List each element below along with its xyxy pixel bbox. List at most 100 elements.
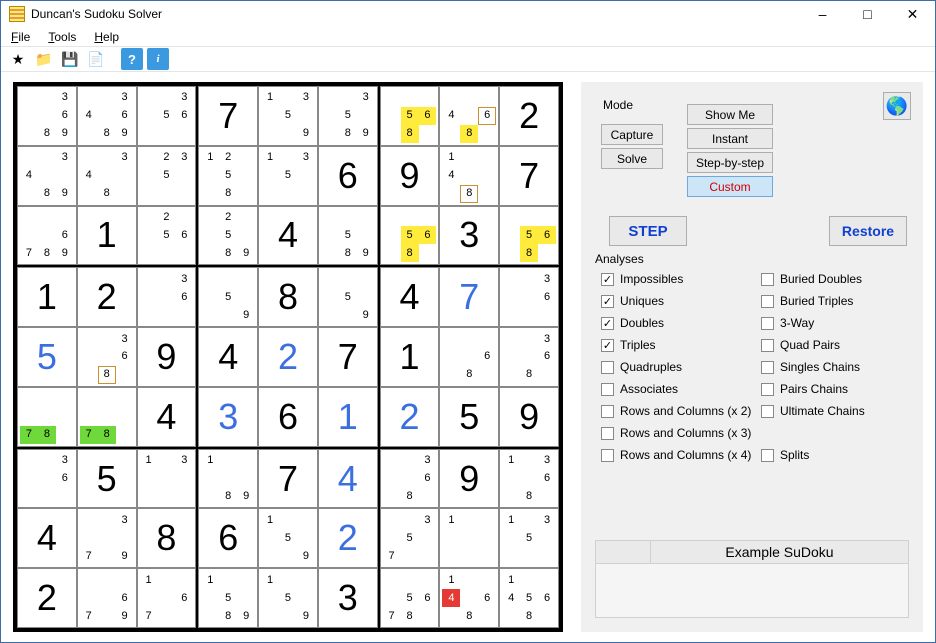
cell[interactable]: 368 — [77, 327, 137, 387]
cell[interactable]: 6 — [198, 508, 258, 568]
cell[interactable]: 189 — [198, 449, 258, 509]
analysis-checkbox[interactable]: ✓Uniques — [601, 292, 761, 310]
cell[interactable]: 2589 — [198, 206, 258, 266]
cell[interactable]: 5678 — [380, 568, 440, 628]
cell[interactable]: 2 — [380, 387, 440, 447]
cell[interactable]: 9 — [439, 449, 499, 509]
show-me-button[interactable]: Show Me — [687, 104, 773, 125]
solve-button[interactable]: Solve — [601, 148, 663, 169]
info-icon[interactable]: i — [147, 48, 169, 70]
cell[interactable]: 1 — [380, 327, 440, 387]
analysis-checkbox[interactable]: Rows and Columns (x 4) — [601, 446, 761, 464]
cell[interactable]: 159 — [258, 568, 318, 628]
cell[interactable]: 348 — [77, 146, 137, 206]
cell[interactable]: 1359 — [258, 86, 318, 146]
checkbox[interactable]: ✓ — [601, 339, 614, 352]
checkbox[interactable] — [761, 383, 774, 396]
cell[interactable]: 4 — [17, 508, 77, 568]
help-icon[interactable]: ? — [121, 48, 143, 70]
analysis-checkbox[interactable]: Splits — [761, 446, 865, 464]
cell[interactable]: 7 — [198, 86, 258, 146]
cell[interactable]: 2 — [17, 568, 77, 628]
cell[interactable]: 4 — [380, 267, 440, 327]
cell[interactable]: 148 — [439, 146, 499, 206]
cell[interactable]: 357 — [380, 508, 440, 568]
cell[interactable]: 6789 — [17, 206, 77, 266]
save-icon[interactable]: 💾 — [59, 48, 81, 70]
checkbox[interactable] — [601, 383, 614, 396]
menu-tools[interactable]: Tools — [48, 30, 76, 44]
cell[interactable]: 1 — [439, 508, 499, 568]
cell[interactable]: 14568 — [499, 568, 559, 628]
instant-button[interactable]: Instant — [687, 128, 773, 149]
cell[interactable]: 235 — [137, 146, 197, 206]
cell[interactable]: 368 — [380, 449, 440, 509]
cell[interactable]: 568 — [380, 86, 440, 146]
cell[interactable]: 468 — [439, 86, 499, 146]
cell[interactable]: 36 — [137, 267, 197, 327]
analysis-checkbox[interactable]: ✓Triples — [601, 336, 761, 354]
sudoku-board[interactable]: 3689346893563489348235678912567135935891… — [13, 82, 563, 632]
analysis-checkbox[interactable]: Pairs Chains — [761, 380, 865, 398]
cell[interactable]: 34689 — [77, 86, 137, 146]
checkbox[interactable] — [761, 361, 774, 374]
cell[interactable]: 3 — [198, 387, 258, 447]
cell[interactable]: 5 — [17, 327, 77, 387]
analysis-checkbox[interactable]: Rows and Columns (x 2) — [601, 402, 761, 420]
checkbox[interactable] — [761, 317, 774, 330]
checkbox[interactable] — [601, 405, 614, 418]
analysis-checkbox[interactable]: Rows and Columns (x 3) — [601, 424, 761, 442]
cell[interactable]: 1 — [17, 267, 77, 327]
cell[interactable]: 68 — [439, 327, 499, 387]
cell[interactable]: 379 — [77, 508, 137, 568]
cell[interactable]: 135 — [499, 508, 559, 568]
cell[interactable]: 1589 — [198, 568, 258, 628]
cell[interactable]: 5 — [439, 387, 499, 447]
cell[interactable]: 59 — [318, 267, 378, 327]
cell[interactable]: 9 — [137, 327, 197, 387]
menu-help[interactable]: Help — [94, 30, 119, 44]
cell[interactable]: 2 — [318, 508, 378, 568]
globe-icon[interactable]: 🌎 — [883, 92, 911, 120]
cell[interactable]: 1 — [318, 387, 378, 447]
new-icon[interactable]: 📄 — [85, 48, 107, 70]
cell[interactable]: 8 — [258, 267, 318, 327]
menu-file[interactable]: File — [11, 30, 30, 44]
checkbox[interactable] — [761, 273, 774, 286]
cell[interactable]: 589 — [318, 206, 378, 266]
cell[interactable]: 3689 — [17, 86, 77, 146]
cell[interactable]: 1 — [77, 206, 137, 266]
cell[interactable]: 78 — [77, 387, 137, 447]
cell[interactable]: 6 — [318, 146, 378, 206]
checkbox[interactable] — [761, 405, 774, 418]
maximize-button[interactable]: □ — [845, 1, 890, 28]
cell[interactable]: 1368 — [499, 449, 559, 509]
cell[interactable]: 4 — [137, 387, 197, 447]
cell[interactable]: 256 — [137, 206, 197, 266]
cell[interactable]: 3589 — [318, 86, 378, 146]
favorite-icon[interactable]: ★ — [7, 48, 29, 70]
cell[interactable]: 368 — [499, 327, 559, 387]
cell[interactable]: 7 — [499, 146, 559, 206]
cell[interactable]: 7 — [439, 267, 499, 327]
checkbox[interactable] — [761, 295, 774, 308]
cell[interactable]: 356 — [137, 86, 197, 146]
cell[interactable]: 159 — [258, 508, 318, 568]
cell[interactable]: 9 — [499, 387, 559, 447]
analysis-checkbox[interactable]: Ultimate Chains — [761, 402, 865, 420]
cell[interactable]: 6 — [258, 387, 318, 447]
analysis-checkbox[interactable]: Buried Doubles — [761, 270, 865, 288]
open-icon[interactable]: 📁 — [33, 48, 55, 70]
cell[interactable]: 36 — [17, 449, 77, 509]
checkbox[interactable] — [601, 427, 614, 440]
analysis-checkbox[interactable]: ✓Impossibles — [601, 270, 761, 288]
checkbox[interactable] — [601, 361, 614, 374]
cell[interactable]: 36 — [499, 267, 559, 327]
restore-button[interactable]: Restore — [829, 216, 907, 246]
cell[interactable]: 9 — [380, 146, 440, 206]
checkbox[interactable] — [601, 449, 614, 462]
cell[interactable]: 2 — [258, 327, 318, 387]
step-by-step-button[interactable]: Step-by-step — [687, 152, 773, 173]
cell[interactable]: 8 — [137, 508, 197, 568]
cell[interactable]: 167 — [137, 568, 197, 628]
